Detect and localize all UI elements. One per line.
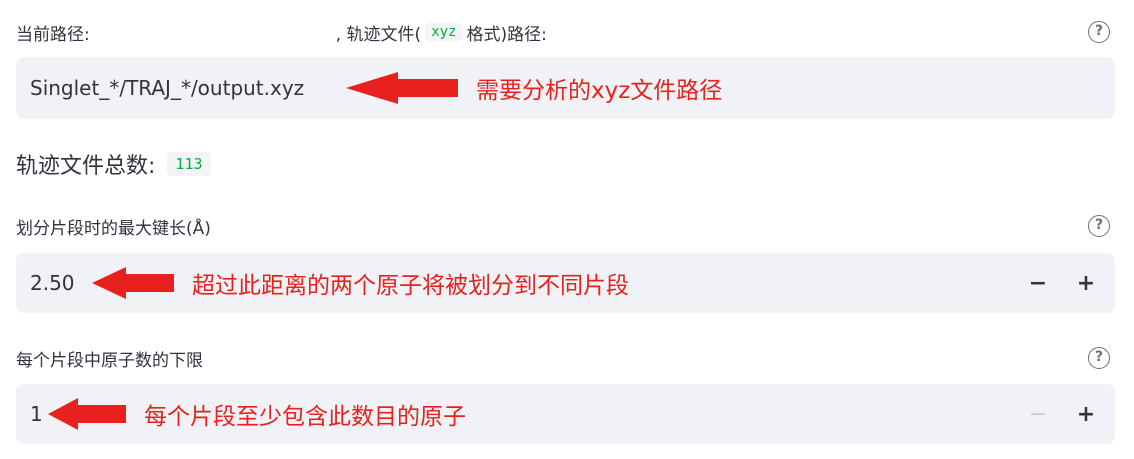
red-arrow-icon xyxy=(92,266,174,300)
total-row: 轨迹文件总数: 113 xyxy=(16,148,211,180)
path-label: 当前路径: , 轨迹文件( xyz 格式)路径: xyxy=(16,20,547,45)
red-arrow-icon xyxy=(48,397,126,431)
path-label-mid: , 轨迹文件( xyxy=(335,24,422,45)
settings-panel: 当前路径: , 轨迹文件( xyz 格式)路径: ? Singlet_*/TRA… xyxy=(0,0,1134,459)
help-icon[interactable]: ? xyxy=(1088,347,1110,369)
path-input[interactable]: Singlet_*/TRAJ_*/output.xyz 需要分析的xyz文件路径 xyxy=(16,57,1115,119)
path-annotation: 需要分析的xyz文件路径 xyxy=(346,71,722,105)
plus-button[interactable]: + xyxy=(1066,263,1106,303)
bond-length-label: 划分片段时的最大键长(Å) xyxy=(16,218,211,239)
path-label-row: 当前路径: , 轨迹文件( xyz 格式)路径: ? xyxy=(16,19,1110,45)
path-label-prefix: 当前路径: xyxy=(16,24,90,45)
bond-length-annotation: 超过此距离的两个原子将被划分到不同片段 xyxy=(92,266,629,300)
total-value: 113 xyxy=(167,152,211,176)
min-atoms-stepper[interactable]: 1 每个片段至少包含此数目的原子 − + xyxy=(16,384,1115,444)
redacted-path xyxy=(93,21,334,43)
minus-button[interactable]: − xyxy=(1018,263,1058,303)
total-label: 轨迹文件总数: xyxy=(16,154,156,179)
path-annotation-text: 需要分析的xyz文件路径 xyxy=(476,78,723,104)
min-atoms-annotation-text: 每个片段至少包含此数目的原子 xyxy=(144,404,466,430)
plus-button[interactable]: + xyxy=(1066,394,1106,434)
bond-length-stepper[interactable]: 2.50 超过此距离的两个原子将被划分到不同片段 − + xyxy=(16,253,1115,313)
red-arrow-icon xyxy=(346,71,458,105)
xyz-code-chip: xyz xyxy=(425,23,463,41)
bond-length-value[interactable]: 2.50 xyxy=(30,271,75,295)
minus-button[interactable]: − xyxy=(1018,394,1058,434)
min-atoms-label: 每个片段中原子数的下限 xyxy=(16,350,203,371)
path-label-suffix: 格式)路径: xyxy=(466,24,547,45)
bond-length-annotation-text: 超过此距离的两个原子将被划分到不同片段 xyxy=(192,273,629,299)
help-icon[interactable]: ? xyxy=(1088,21,1110,43)
min-atoms-label-row: 每个片段中原子数的下限 ? xyxy=(16,345,1110,371)
bond-length-label-row: 划分片段时的最大键长(Å) ? xyxy=(16,213,1110,239)
help-icon[interactable]: ? xyxy=(1088,215,1110,237)
min-atoms-annotation: 每个片段至少包含此数目的原子 xyxy=(48,397,466,431)
path-input-value[interactable]: Singlet_*/TRAJ_*/output.xyz xyxy=(30,76,304,100)
min-atoms-value[interactable]: 1 xyxy=(30,402,43,426)
